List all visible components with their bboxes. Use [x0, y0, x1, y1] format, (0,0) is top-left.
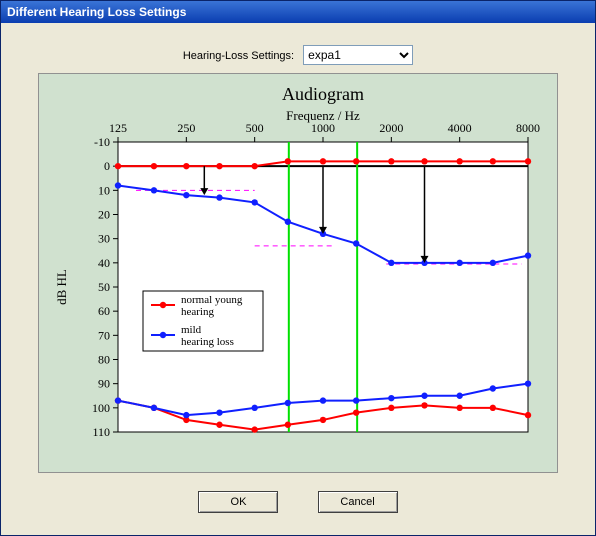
- svg-text:90: 90: [98, 377, 110, 391]
- svg-text:hearing: hearing: [181, 306, 214, 318]
- svg-text:dB HL: dB HL: [54, 269, 69, 305]
- svg-text:4000: 4000: [448, 121, 472, 135]
- hearing-loss-select[interactable]: expa1: [303, 45, 413, 65]
- svg-text:40: 40: [98, 256, 110, 270]
- dialog-window: Different Hearing Loss Settings Hearing-…: [0, 0, 596, 536]
- svg-text:Audiogram: Audiogram: [282, 84, 364, 104]
- cancel-button[interactable]: Cancel: [318, 491, 398, 513]
- svg-text:2000: 2000: [379, 121, 403, 135]
- window-title: Different Hearing Loss Settings: [7, 5, 186, 19]
- svg-text:100: 100: [92, 401, 110, 415]
- svg-text:70: 70: [98, 328, 110, 342]
- svg-text:1000: 1000: [311, 121, 335, 135]
- svg-text:250: 250: [177, 121, 195, 135]
- svg-text:500: 500: [246, 121, 264, 135]
- settings-label: Hearing-Loss Settings:: [183, 50, 294, 62]
- svg-text:20: 20: [98, 208, 110, 222]
- client-area: Hearing-Loss Settings: expa1 AudiogramFr…: [1, 23, 595, 535]
- button-row: OK Cancel: [13, 473, 583, 513]
- ok-button[interactable]: OK: [198, 491, 278, 513]
- svg-text:125: 125: [109, 121, 127, 135]
- svg-text:hearing loss: hearing loss: [181, 336, 234, 348]
- svg-text:8000: 8000: [516, 121, 540, 135]
- svg-text:50: 50: [98, 280, 110, 294]
- svg-text:80: 80: [98, 353, 110, 367]
- svg-text:110: 110: [92, 425, 110, 439]
- audiogram-panel: AudiogramFrequenz / HzdB HL1252505001000…: [38, 73, 558, 473]
- svg-text:-10: -10: [94, 135, 110, 149]
- titlebar: Different Hearing Loss Settings: [1, 1, 595, 23]
- svg-text:mild: mild: [181, 324, 202, 336]
- audiogram-chart: AudiogramFrequenz / HzdB HL1252505001000…: [48, 82, 548, 462]
- svg-text:30: 30: [98, 232, 110, 246]
- svg-text:10: 10: [98, 183, 110, 197]
- svg-text:60: 60: [98, 304, 110, 318]
- svg-text:0: 0: [104, 159, 110, 173]
- settings-row: Hearing-Loss Settings: expa1: [13, 35, 583, 73]
- svg-text:normal young: normal young: [181, 294, 243, 306]
